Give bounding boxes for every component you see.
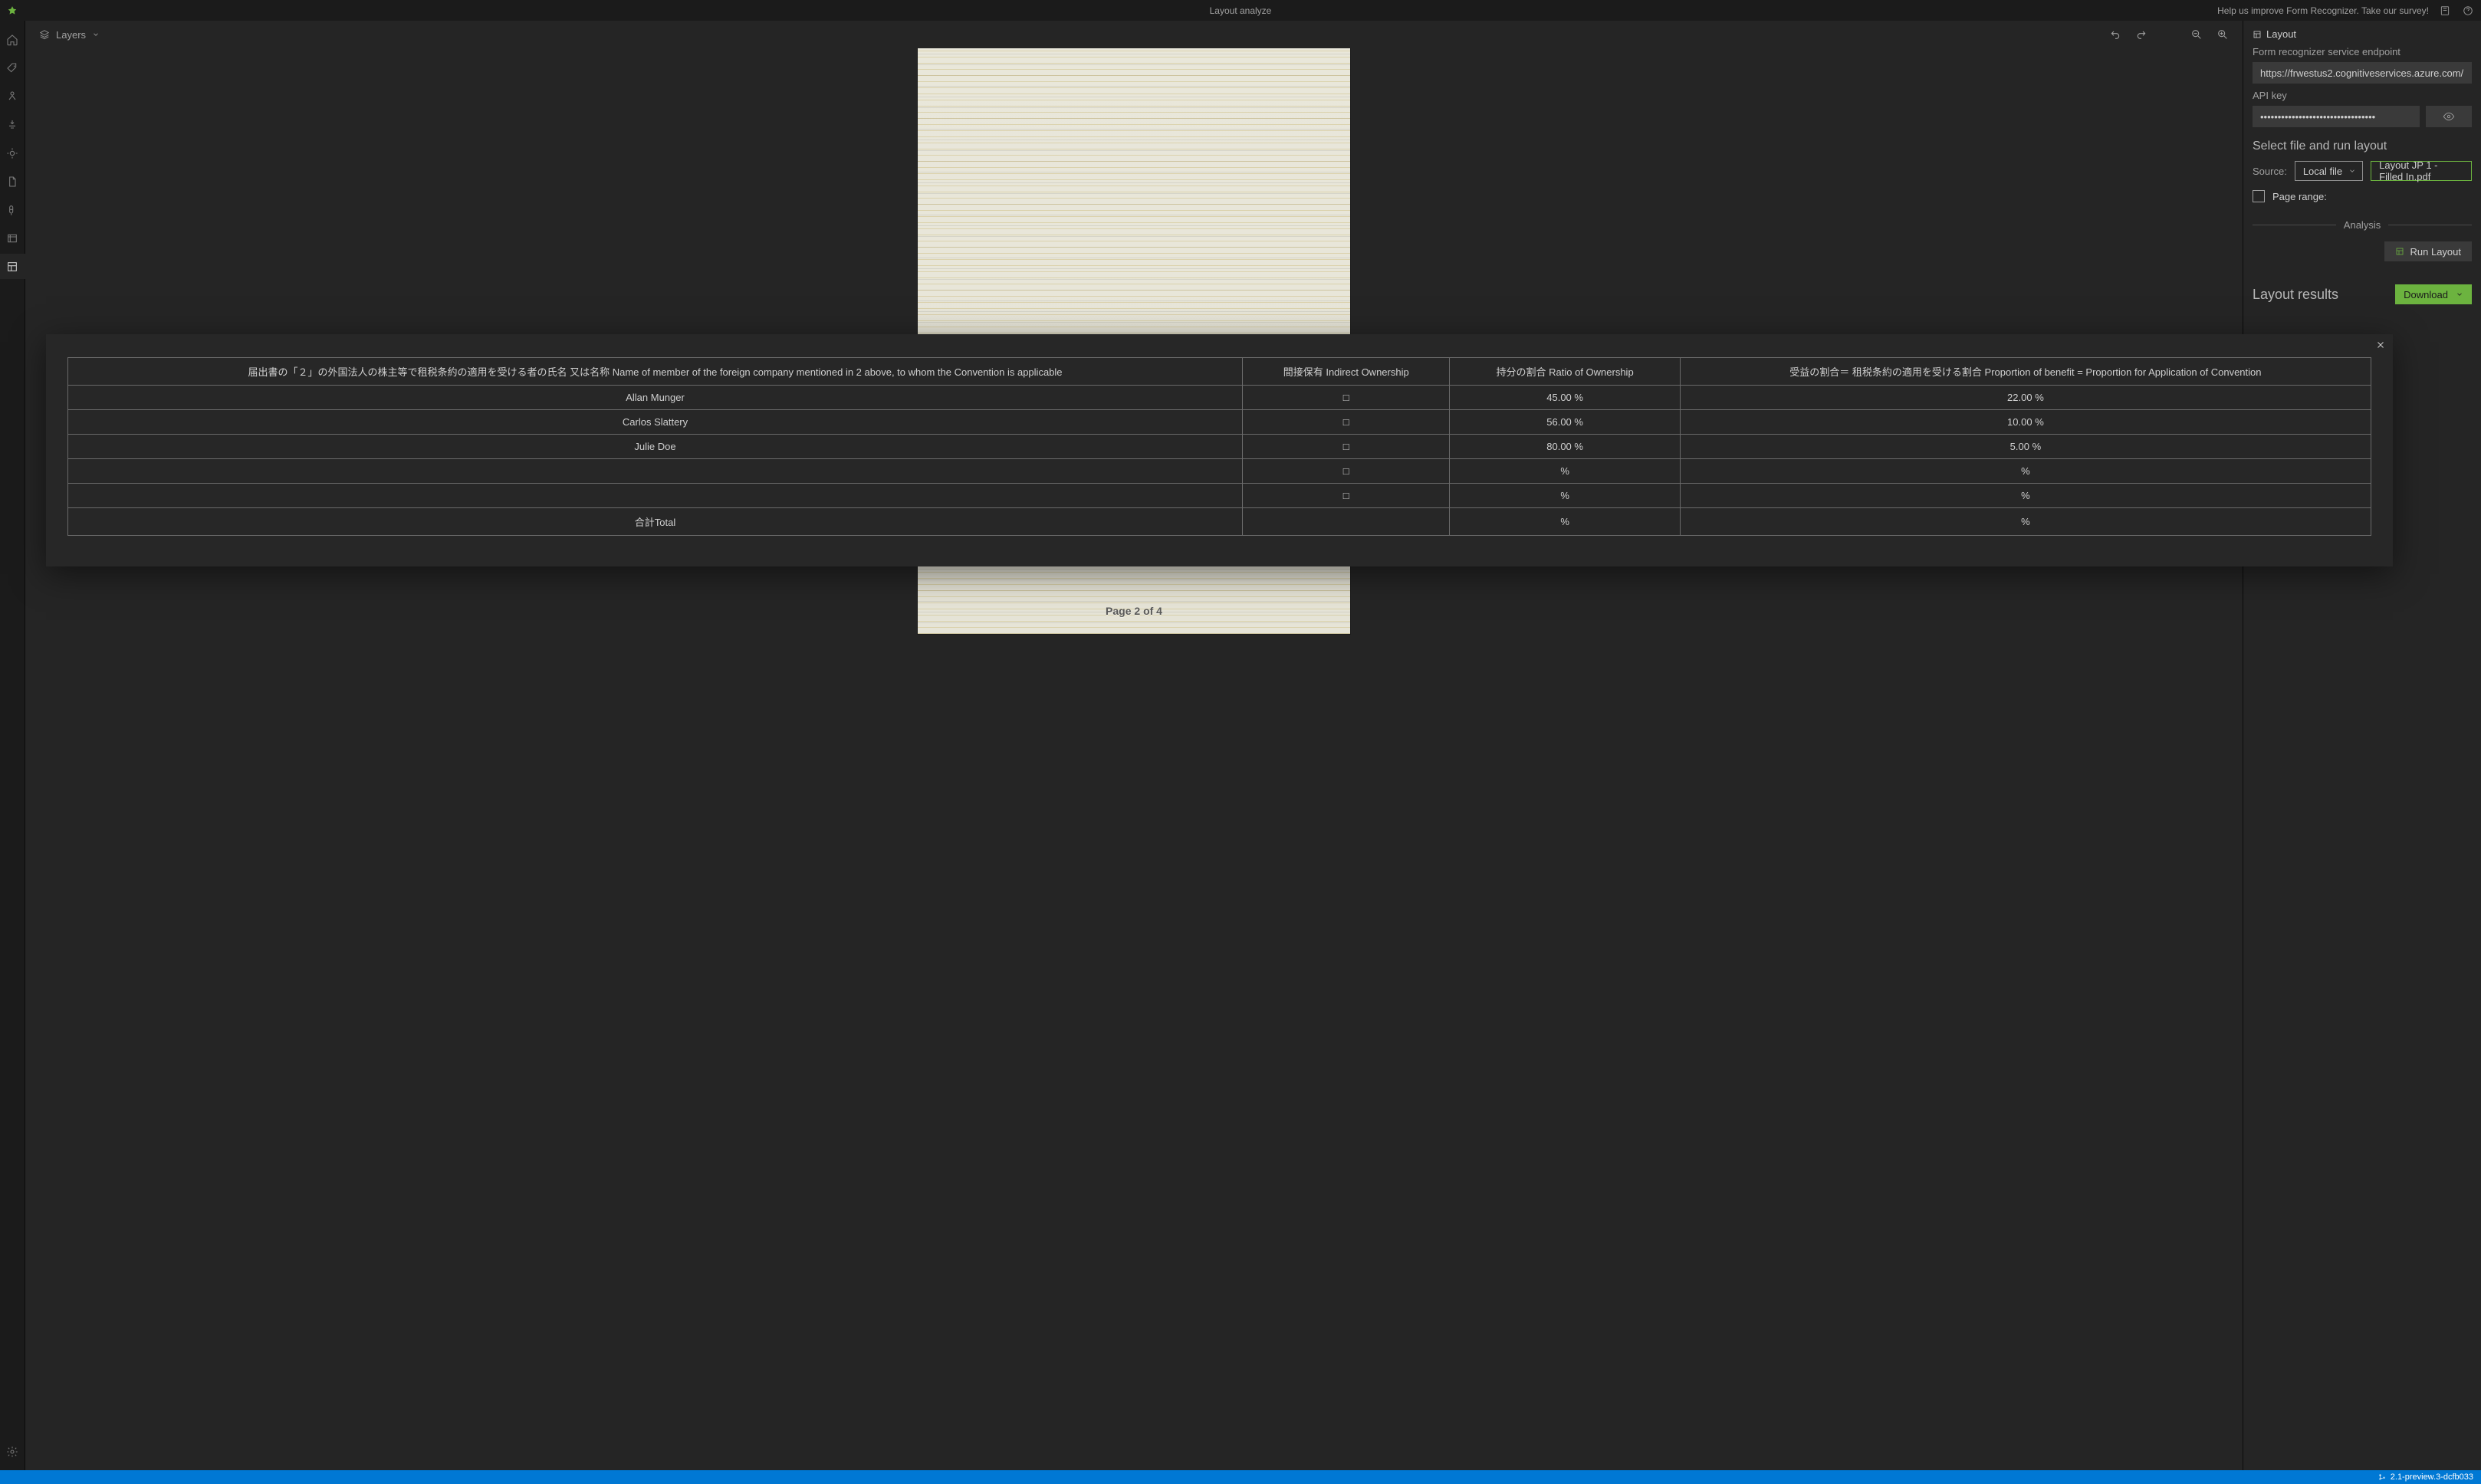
pagerange-checkbox[interactable]	[2253, 190, 2265, 202]
table-cell: 22.00 %	[1680, 386, 2371, 410]
file-value: Layout JP 1 - Filled In.pdf	[2379, 159, 2463, 182]
document-canvas[interactable]: Page 2 of 4	[25, 48, 2243, 1470]
nav-compose[interactable]	[0, 112, 25, 137]
pagerange-label: Page range:	[2272, 191, 2327, 202]
table-cell: 80.00 %	[1450, 435, 1680, 459]
right-panel: Layout Form recognizer service endpoint …	[2243, 21, 2481, 1470]
nav-analyze[interactable]	[0, 140, 25, 166]
layers-label: Layers	[56, 29, 86, 41]
table-cell: %	[1450, 508, 1680, 536]
table-cell: 45.00 %	[1450, 386, 1680, 410]
canvas-toolbar: Layers	[25, 21, 2243, 48]
analysis-label: Analysis	[2344, 219, 2381, 231]
source-label: Source:	[2253, 166, 2287, 177]
select-file-title: Select file and run layout	[2253, 140, 2472, 153]
table-cell: □	[1243, 435, 1450, 459]
version-text: 2.1-preview.3-dcfb033	[2391, 1473, 2473, 1482]
zoom-out-button[interactable]	[2190, 28, 2203, 41]
table-cell	[1243, 508, 1450, 536]
table-cell	[68, 459, 1243, 484]
th-benefit: 受益の割合＝ 租税条約の適用を受ける割合 Proportion of benef…	[1680, 358, 2371, 386]
run-icon	[2395, 247, 2404, 256]
run-label: Run Layout	[2410, 246, 2462, 258]
download-button[interactable]: Download	[2395, 284, 2472, 304]
file-select[interactable]: Layout JP 1 - Filled In.pdf	[2371, 161, 2472, 181]
nav-layout[interactable]	[0, 254, 25, 279]
branch-icon	[2378, 1473, 2386, 1481]
table-header-row: 届出書の「２」の外国法人の株主等で租税条約の適用を受ける者の氏名 又は名称 Na…	[68, 358, 2371, 386]
table-cell: □	[1243, 386, 1450, 410]
layers-dropdown[interactable]: Layers	[39, 29, 100, 41]
nav-file[interactable]	[0, 169, 25, 194]
apikey-label: API key	[2253, 90, 2472, 101]
table-row: Julie Doe□80.00 %5.00 %	[68, 435, 2371, 459]
nav-connect[interactable]	[0, 197, 25, 222]
nav-settings[interactable]	[0, 1439, 25, 1464]
table-cell: □	[1243, 459, 1450, 484]
titlebar: Layout analyze Help us improve Form Reco…	[0, 0, 2481, 21]
table-cell: Allan Munger	[68, 386, 1243, 410]
table-cell: □	[1243, 484, 1450, 508]
result-table-modal: 届出書の「２」の外国法人の株主等で租税条約の適用を受ける者の氏名 又は名称 Na…	[46, 334, 2393, 566]
nav-home[interactable]	[0, 27, 25, 52]
apikey-input[interactable]	[2253, 106, 2420, 127]
table-cell: Julie Doe	[68, 435, 1243, 459]
table-cell	[68, 484, 1243, 508]
endpoint-label: Form recognizer service endpoint	[2253, 46, 2472, 57]
help-icon[interactable]	[2461, 4, 2475, 18]
redo-button[interactable]	[2135, 28, 2147, 41]
table-cell: 5.00 %	[1680, 435, 2371, 459]
app-title: Layout analyze	[1210, 5, 1272, 16]
close-icon	[2376, 340, 2385, 350]
chevron-down-icon	[2348, 167, 2356, 175]
th-indirect: 間接保有 Indirect Ownership	[1243, 358, 1450, 386]
left-nav	[0, 21, 25, 1470]
table-row: Allan Munger□45.00 %22.00 %	[68, 386, 2371, 410]
download-label: Download	[2404, 289, 2448, 300]
layout-icon	[2253, 30, 2262, 39]
table-row: 合計Total%%	[68, 508, 2371, 536]
nav-model[interactable]	[0, 84, 25, 109]
table-cell: 10.00 %	[1680, 410, 2371, 435]
app-logo-icon	[6, 5, 18, 17]
endpoint-input[interactable]	[2253, 62, 2472, 84]
undo-button[interactable]	[2109, 28, 2121, 41]
result-table: 届出書の「２」の外国法人の株主等で租税条約の適用を受ける者の氏名 又は名称 Na…	[67, 357, 2371, 536]
nav-tag[interactable]	[0, 55, 25, 80]
table-cell: %	[1450, 459, 1680, 484]
table-cell: %	[1450, 484, 1680, 508]
run-layout-button[interactable]: Run Layout	[2384, 241, 2473, 261]
table-cell: %	[1680, 484, 2371, 508]
table-cell: □	[1243, 410, 1450, 435]
th-name: 届出書の「２」の外国法人の株主等で租税条約の適用を受ける者の氏名 又は名称 Na…	[68, 358, 1243, 386]
source-select[interactable]: Local file	[2295, 161, 2363, 181]
apikey-reveal-button[interactable]	[2426, 106, 2472, 127]
close-button[interactable]	[2376, 340, 2385, 350]
table-cell: 56.00 %	[1450, 410, 1680, 435]
page-indicator: Page 2 of 4	[1106, 605, 1162, 617]
table-cell: %	[1680, 459, 2371, 484]
feedback-icon[interactable]	[2438, 4, 2452, 18]
table-row: □%%	[68, 484, 2371, 508]
table-row: □%%	[68, 459, 2371, 484]
table-cell: %	[1680, 508, 2371, 536]
layout-header: Layout	[2266, 28, 2296, 40]
zoom-in-button[interactable]	[2216, 28, 2229, 41]
chevron-down-icon	[2456, 291, 2463, 298]
survey-link[interactable]: Help us improve Form Recognizer. Take ou…	[2217, 5, 2429, 16]
layout-results-title: Layout results	[2253, 287, 2338, 303]
eye-icon	[2443, 110, 2455, 123]
th-ratio: 持分の割合 Ratio of Ownership	[1450, 358, 1680, 386]
chevron-down-icon	[92, 31, 100, 38]
table-row: Carlos Slattery□56.00 %10.00 %	[68, 410, 2371, 435]
table-cell: Carlos Slattery	[68, 410, 1243, 435]
status-bar: 2.1-preview.3-dcfb033	[0, 1470, 2481, 1484]
table-cell: 合計Total	[68, 508, 1243, 536]
source-value: Local file	[2303, 166, 2342, 177]
nav-form[interactable]	[0, 225, 25, 251]
